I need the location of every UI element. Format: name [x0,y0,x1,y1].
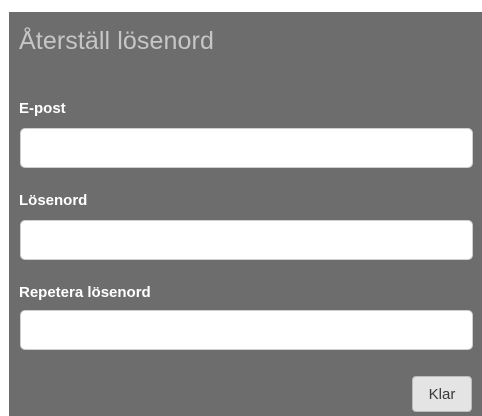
panel-title: Återställ lösenord [19,27,214,55]
submit-button[interactable]: Klar [412,376,472,412]
repeat-password-field[interactable] [20,310,473,350]
password-field[interactable] [20,220,473,260]
reset-password-panel: Återställ lösenord E-post Lösenord Repet… [9,12,482,416]
email-label: E-post [19,100,66,117]
repeat-password-label: Repetera lösenord [19,284,151,301]
email-field[interactable] [20,128,473,168]
password-label: Lösenord [19,192,88,209]
